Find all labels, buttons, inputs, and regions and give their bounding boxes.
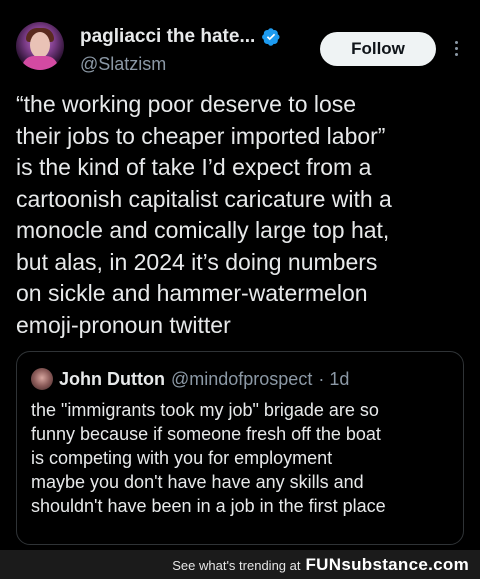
more-options-icon[interactable] (450, 38, 462, 60)
quoted-tweet-time[interactable]: · 1d (318, 369, 349, 390)
avatar-shirt (22, 56, 58, 70)
author-display-name[interactable]: pagliacci the hate... (80, 26, 255, 48)
author-handle[interactable]: @Slatzism (80, 54, 281, 75)
author-info: pagliacci the hate... @Slatzism (80, 26, 281, 75)
author-avatar[interactable] (16, 22, 64, 70)
quoted-author-avatar[interactable] (31, 368, 53, 390)
quoted-author-name[interactable]: John Dutton (59, 369, 165, 390)
watermark-footer: See what's trending at FUNsubstance.com (0, 550, 480, 579)
author-name-row: pagliacci the hate... (80, 26, 281, 48)
follow-button[interactable]: Follow (320, 32, 436, 66)
funsubstance-logo[interactable]: FUNsubstance.com (305, 555, 469, 575)
brand-sub: substance.com (341, 554, 469, 574)
brand-fun: FUN (305, 554, 342, 574)
verified-badge-icon (262, 28, 280, 46)
avatar-face (30, 32, 50, 58)
quoted-tweet[interactable]: John Dutton @mindofprospect · 1d the "im… (16, 351, 464, 545)
quoted-author-handle[interactable]: @mindofprospect (171, 369, 312, 390)
tweet-header: pagliacci the hate... @Slatzism Follow (16, 22, 466, 78)
watermark-content: See what's trending at FUNsubstance.com (172, 555, 469, 575)
quoted-tweet-header: John Dutton @mindofprospect · 1d (31, 368, 349, 390)
tweet-text: “the working poor deserve to lose their … (16, 91, 392, 338)
quoted-tweet-text: the "immigrants took my job" brigade are… (31, 400, 386, 516)
footer-text: See what's trending at (172, 557, 301, 573)
